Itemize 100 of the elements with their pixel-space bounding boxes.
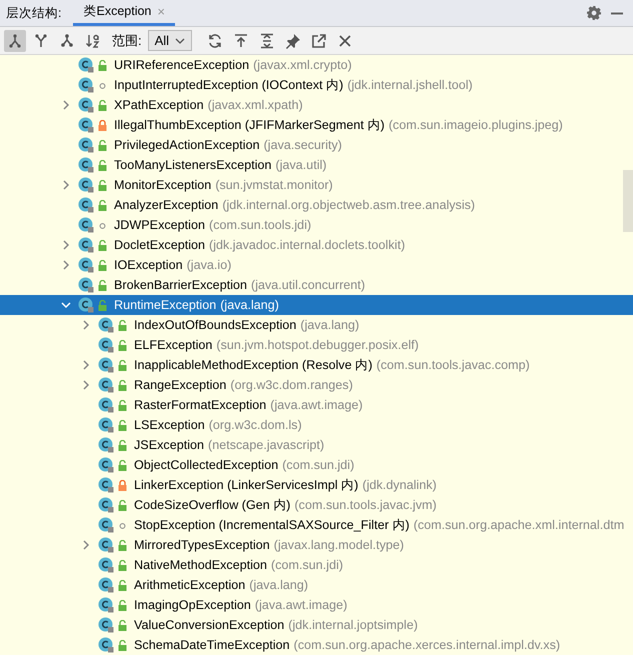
class-icon xyxy=(98,637,114,653)
class-name: IllegalThumbException (JFIFMarkerSegment 内) xyxy=(114,116,385,134)
class-icon xyxy=(98,377,114,393)
package-name: (sun.jvm.hotspot.debugger.posix.elf) xyxy=(216,338,419,352)
chevron-right-icon[interactable] xyxy=(61,260,71,270)
class-icon xyxy=(78,157,94,173)
class-name: SchemaDateTimeException xyxy=(134,638,290,652)
tree-item[interactable]: JSException (netscape.javascript) xyxy=(0,435,324,455)
package-name: (javax.xml.crypto) xyxy=(253,58,352,72)
package-name: (com.sun.jdi) xyxy=(282,458,354,472)
tree-item[interactable]: ValueConversionException (jdk.internal.joptsimple) xyxy=(0,615,418,635)
class-name: PrivilegedActionException xyxy=(114,138,260,152)
tree-item[interactable]: XPathException (javax.xml.xpath) xyxy=(0,95,303,115)
class-name: InputInterruptedException (IOContext 内) xyxy=(114,76,344,94)
chevron-right-icon[interactable] xyxy=(61,240,71,250)
class-icon xyxy=(78,57,94,73)
class-name: BrokenBarrierException xyxy=(114,278,247,292)
chevron-right-icon[interactable] xyxy=(81,540,91,550)
class-name: JSException xyxy=(134,438,204,452)
tree-item[interactable]: IllegalThumbException (JFIFMarkerSegment 内) (com.sun.imageio.plugins.jpeg) xyxy=(0,115,563,135)
caret-icon[interactable] xyxy=(175,38,186,44)
package-name: (java.awt.image) xyxy=(254,598,348,612)
class-name: ValueConversionException xyxy=(134,618,284,632)
minimize-icon[interactable] xyxy=(611,12,623,14)
class-name: RuntimeException xyxy=(114,298,216,312)
package-name: (jdk.internal.joptsimple) xyxy=(288,618,418,632)
tree-item[interactable]: InputInterruptedException (IOContext 内) (jdk.internal.jshell.tool) xyxy=(0,75,473,95)
class-icon xyxy=(78,217,94,233)
package-name: (java.awt.image) xyxy=(270,398,363,412)
tree-item[interactable]: ELFException (sun.jvm.hotspot.debugger.posix.elf) xyxy=(0,335,419,355)
package-name: (com.sun.org.apache.xerces.internal.impl.dv.xs) xyxy=(294,638,560,652)
class-name: CodeSizeOverflow (Gen 内) xyxy=(134,496,290,514)
class-name: IOException xyxy=(114,258,183,272)
tree-item[interactable]: AnalyzerException (jdk.internal.org.objectweb.asm.tree.analysis) xyxy=(0,195,475,215)
class-name: ImagingOpException xyxy=(134,598,251,612)
package-name: (java.lang) xyxy=(220,298,280,312)
class-icon xyxy=(98,497,114,513)
tree-item[interactable]: MonitorException (sun.jvmstat.monitor) xyxy=(0,175,333,195)
tree-item[interactable]: ObjectCollectedException (com.sun.jdi) xyxy=(0,455,354,475)
class-name: LinkerException (LinkerServicesImpl 内) xyxy=(134,476,358,494)
class-icon xyxy=(78,297,94,313)
settings-icon[interactable] xyxy=(587,6,601,20)
package-name: (jdk.internal.jshell.tool) xyxy=(347,78,473,92)
tree-item[interactable]: IOException (java.io) xyxy=(0,255,232,275)
tree-item[interactable]: ArithmeticException (java.lang) xyxy=(0,575,308,595)
chevron-right-icon[interactable] xyxy=(81,360,91,370)
class-icon xyxy=(98,357,114,373)
class-icon xyxy=(98,337,114,353)
class-name: LSException xyxy=(134,418,205,432)
class-icon xyxy=(78,277,94,293)
class-icon xyxy=(78,177,94,193)
class-name: MirroredTypesException xyxy=(134,538,270,552)
class-name: AnalyzerException xyxy=(114,198,218,212)
class-icon xyxy=(78,257,94,273)
tree-item[interactable]: InapplicableMethodException (Resolve 内) (com.sun.tools.javac.comp) xyxy=(0,355,530,375)
tree-item[interactable]: RuntimeException (java.lang) xyxy=(0,295,633,315)
class-name: TooManyListenersException xyxy=(114,158,272,172)
tree-item[interactable]: IndexOutOfBoundsException (java.lang) xyxy=(0,315,360,335)
tree-item[interactable]: LinkerException (LinkerServicesImpl 内) (jdk.dynalink) xyxy=(0,475,437,495)
tree-item[interactable]: BrokenBarrierException (java.util.concurrent) xyxy=(0,275,366,295)
panel-title: 层次结构: xyxy=(6,4,62,22)
chevron-right-icon[interactable] xyxy=(61,180,71,190)
package-name: (java.util.concurrent) xyxy=(251,278,366,292)
tree-item[interactable]: ImagingOpException (java.awt.image) xyxy=(0,595,348,615)
scope-dropdown[interactable]: All xyxy=(148,30,192,51)
tree-item[interactable]: CodeSizeOverflow (Gen 内) (com.sun.tools.javac.jvm) xyxy=(0,495,437,515)
class-icon xyxy=(78,117,94,133)
class-icon xyxy=(98,477,114,493)
package-name: (javax.xml.xpath) xyxy=(208,98,303,112)
class-name: NativeMethodException xyxy=(134,558,268,572)
class-name: URIReferenceException xyxy=(114,58,250,72)
class-icon xyxy=(98,537,114,553)
tree-item[interactable]: LSException (org.w3c.dom.ls) xyxy=(0,415,302,435)
chevron-down-icon[interactable] xyxy=(61,300,71,310)
subtypes-hierarchy-icon[interactable] xyxy=(4,30,26,52)
class-name: ObjectCollectedException xyxy=(134,458,278,472)
class-icon xyxy=(78,237,94,253)
tree-item[interactable]: TooManyListenersException (java.util) xyxy=(0,155,327,175)
tree-item[interactable]: NativeMethodException (com.sun.jdi) xyxy=(0,555,344,575)
tree-item[interactable]: StopException (IncrementalSAXSource_Filter 内) (com.sun.org.apache.xml.internal.dtm xyxy=(0,515,624,535)
class-icon xyxy=(98,617,114,633)
class-name: RangeException xyxy=(134,378,226,392)
chevron-right-icon[interactable] xyxy=(61,100,71,110)
package-name: (com.sun.imageio.plugins.jpeg) xyxy=(388,118,563,132)
scrollbar-thumb[interactable] xyxy=(623,170,633,232)
class-icon xyxy=(78,77,94,93)
tree-item[interactable]: RangeException (org.w3c.dom.ranges) xyxy=(0,375,353,395)
tree-item[interactable]: DocletException (jdk.javadoc.internal.doclets.toolkit) xyxy=(0,235,406,255)
chevron-right-icon[interactable] xyxy=(81,380,91,390)
chevron-right-icon[interactable] xyxy=(81,320,91,330)
tree-item[interactable]: PrivilegedActionException (java.security) xyxy=(0,135,342,155)
tree-item[interactable]: SchemaDateTimeException (com.sun.org.apache.xerces.internal.impl.dv.xs) xyxy=(0,635,560,655)
class-name: JDWPException xyxy=(114,218,205,232)
class-icon xyxy=(98,437,114,453)
tree-item[interactable]: RasterFormatException (java.awt.image) xyxy=(0,395,363,415)
tree-item[interactable]: URIReferenceException (javax.xml.crypto) xyxy=(0,55,352,75)
package-name: (jdk.javadoc.internal.doclets.toolkit) xyxy=(209,238,406,252)
package-name: (jdk.internal.org.objectweb.asm.tree.analysis) xyxy=(222,198,475,212)
tree-item[interactable]: JDWPException (com.sun.tools.jdi) xyxy=(0,215,312,235)
tree-item[interactable]: MirroredTypesException (javax.lang.model.type) xyxy=(0,535,404,555)
